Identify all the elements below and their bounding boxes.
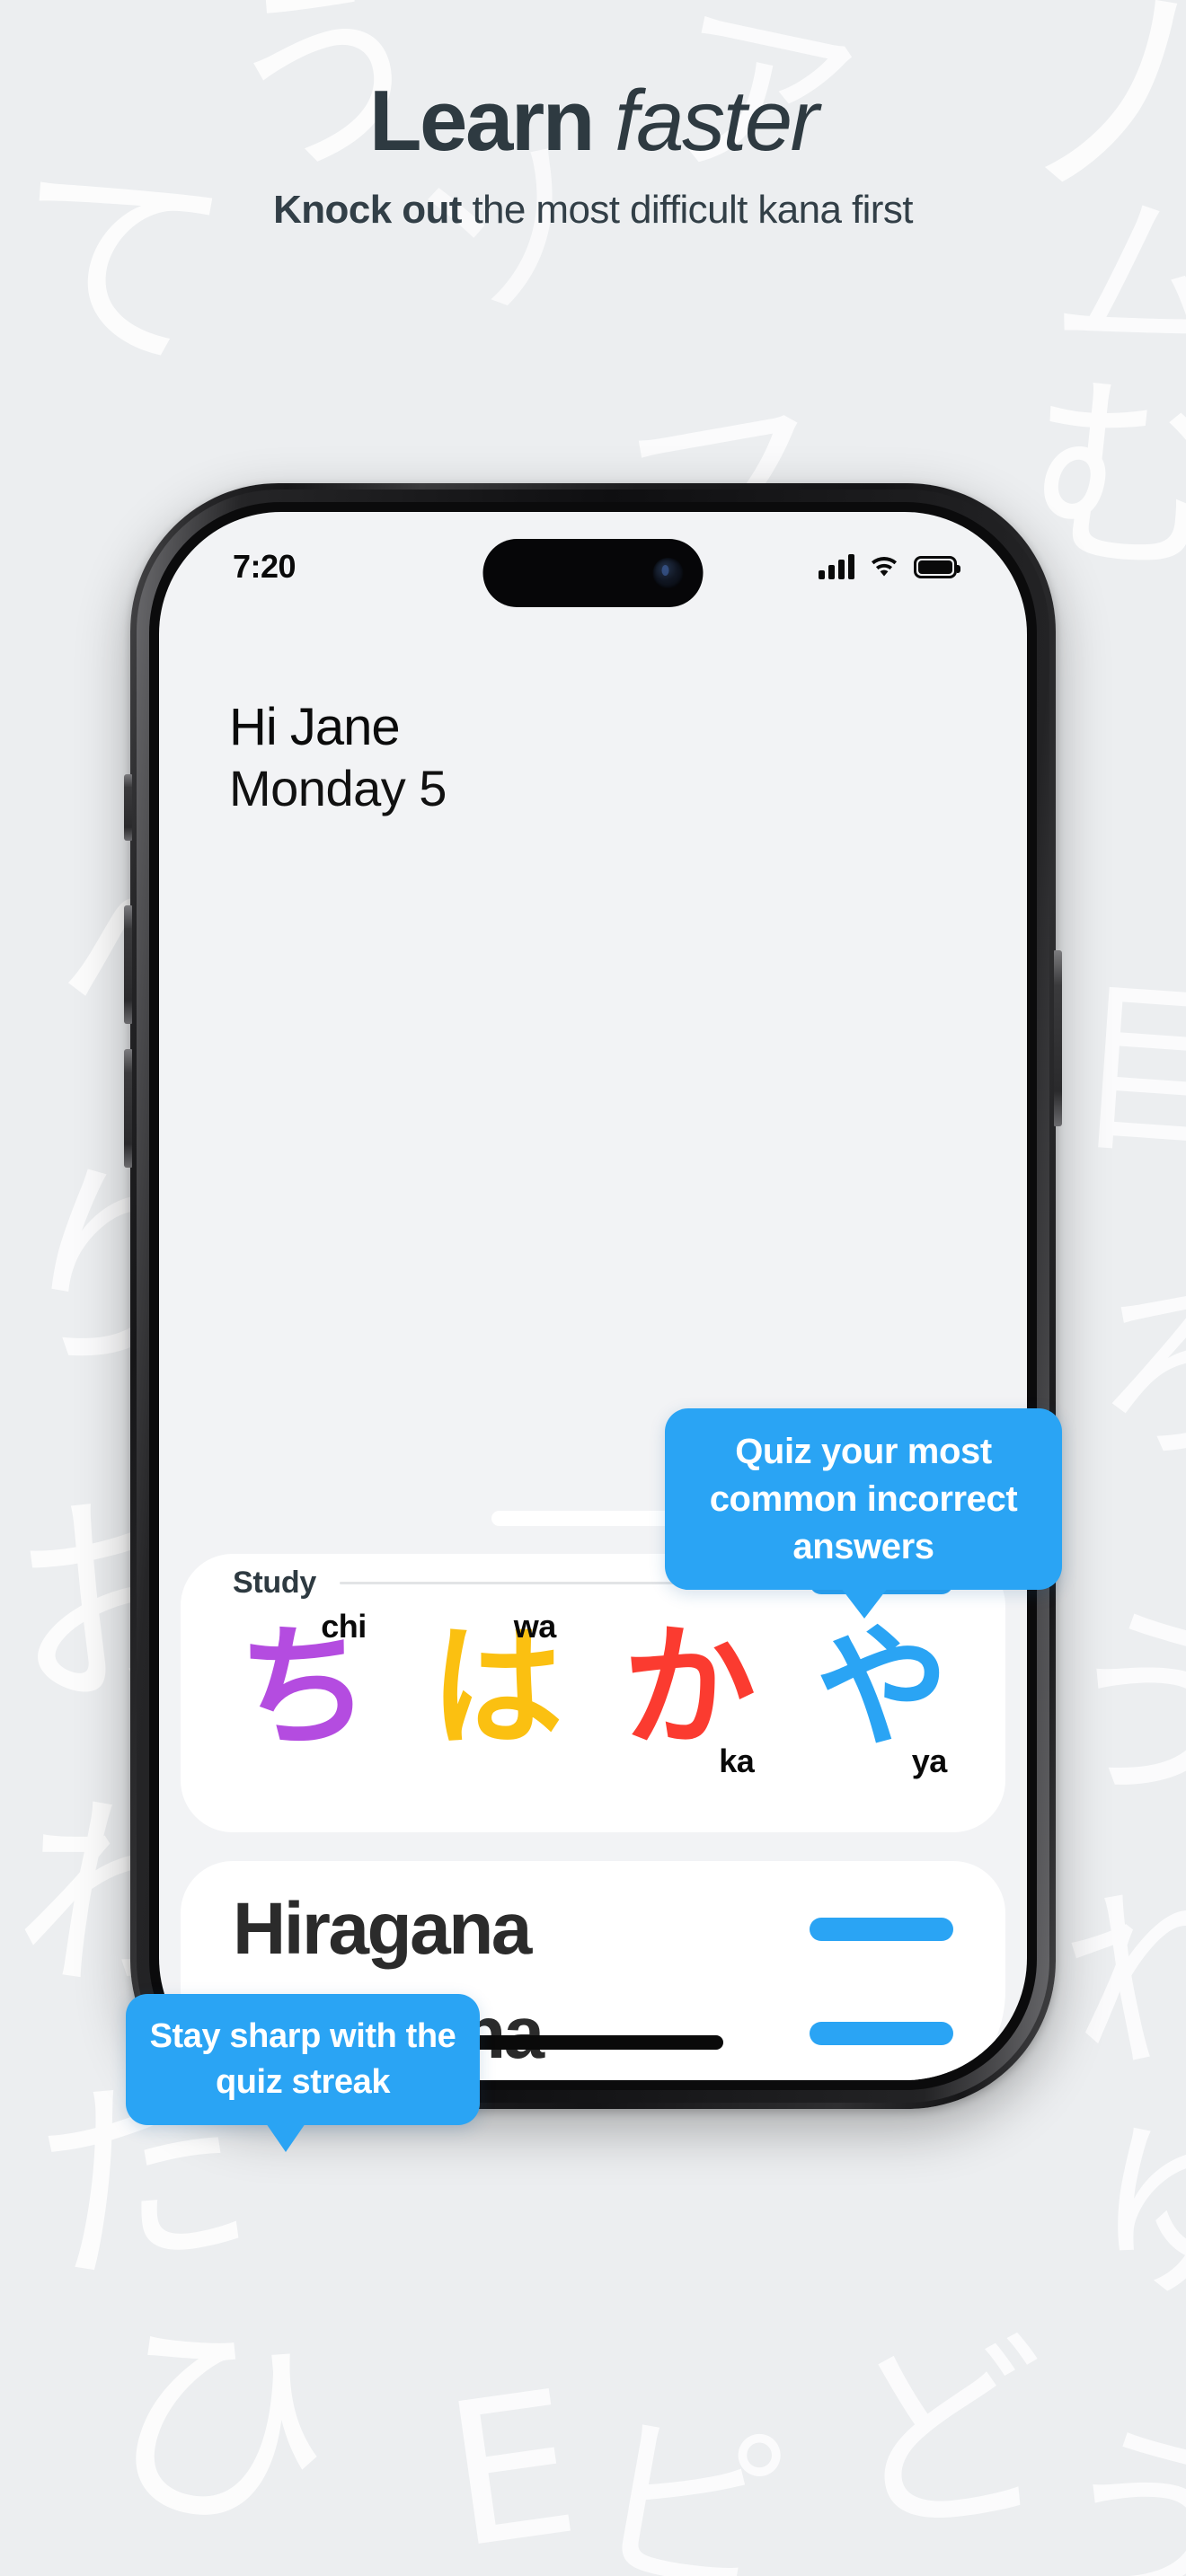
volume-up-button[interactable] [124,905,132,1024]
subhead-bold-part: Knock out [273,187,473,232]
iphone-mockup: 7:20 Hi Jane Monday 5 Study ち chi は wa か… [124,483,1062,2109]
kana-romaji-label: ka [719,1742,755,1779]
background-kana-glyph: ろ [1070,1245,1186,1499]
kana-character: か [623,1610,757,1765]
study-kana-tile[interactable]: ち chi [227,1608,380,1786]
kana-romaji-label: wa [513,1608,557,1645]
status-bar-time: 7:20 [233,548,296,585]
study-kana-tile[interactable]: は wa [420,1608,573,1786]
background-kana-glyph: う [1036,1575,1186,1847]
subhead-rest-part: the most difficult kana first [472,187,913,232]
wifi-icon [871,557,898,577]
front-camera-icon [652,558,684,588]
promo-subheadline: Knock out the most difficult kana first [0,186,1186,234]
study-kana-tile[interactable]: や ya [806,1615,959,1786]
script-progress-row[interactable]: Hiragana [233,1877,953,1981]
background-kana-glyph: ひ [83,2278,358,2576]
background-kana-glyph: ピ [575,2385,800,2576]
phone-bezel: 7:20 Hi Jane Monday 5 Study ち chi は wa か… [149,502,1037,2090]
study-kana-row: ち chi は wa か ka や ya [181,1608,1005,1786]
promo-headline: Learn faster [0,76,1186,166]
background-kana-glyph: れ [1042,1842,1186,2110]
study-label: Study [233,1565,316,1600]
study-kana-tile[interactable]: か ka [613,1615,766,1786]
background-kana-glyph: 目 [1066,956,1186,1190]
headline-italic-part: faster [615,73,819,169]
cellular-signal-icon [819,554,854,579]
script-progress-bar [810,2022,953,2045]
background-kana-glyph: ゆ [1077,2082,1186,2341]
callout-quiz-tail [841,1588,888,1619]
script-name: Hiragana [233,1888,532,1970]
callout-streak-tail [266,2122,305,2152]
kana-character: や [815,1610,949,1765]
promo-header: Learn faster Knock out the most difficul… [0,76,1186,234]
greeting-date: Monday 5 [229,759,447,816]
kana-romaji-label: ya [911,1742,948,1779]
background-kana-glyph: う [1039,2395,1186,2576]
volume-down-button[interactable] [124,1049,132,1168]
script-progress-bar [810,1918,953,1941]
battery-full-icon [914,555,960,578]
status-bar-indicators [819,554,960,579]
status-bar: 7:20 [159,539,1027,607]
headline-bold-part: Learn [368,73,615,169]
callout-streak-bubble: Stay sharp with the quiz streak [126,1994,480,2152]
home-indicator[interactable] [463,2035,723,2050]
callout-streak-text: Stay sharp with the quiz streak [149,2017,456,2101]
kana-romaji-label: chi [321,1608,367,1645]
greeting-salutation: Hi Jane [229,698,401,756]
callout-quiz-text: Quiz your most common incorrect answers [709,1432,1018,1566]
dynamic-island [482,539,704,607]
greeting-block: Hi Jane Monday 5 [229,699,447,817]
phone-screen: 7:20 Hi Jane Monday 5 Study ち chi は wa か… [159,512,1027,2080]
callout-quiz-bubble: Quiz your most common incorrect answers [665,1408,1062,1619]
background-kana-glyph: ど [832,2307,1064,2569]
background-kana-glyph: E [433,2347,590,2576]
power-button[interactable] [1054,950,1062,1126]
action-button[interactable] [124,774,132,841]
